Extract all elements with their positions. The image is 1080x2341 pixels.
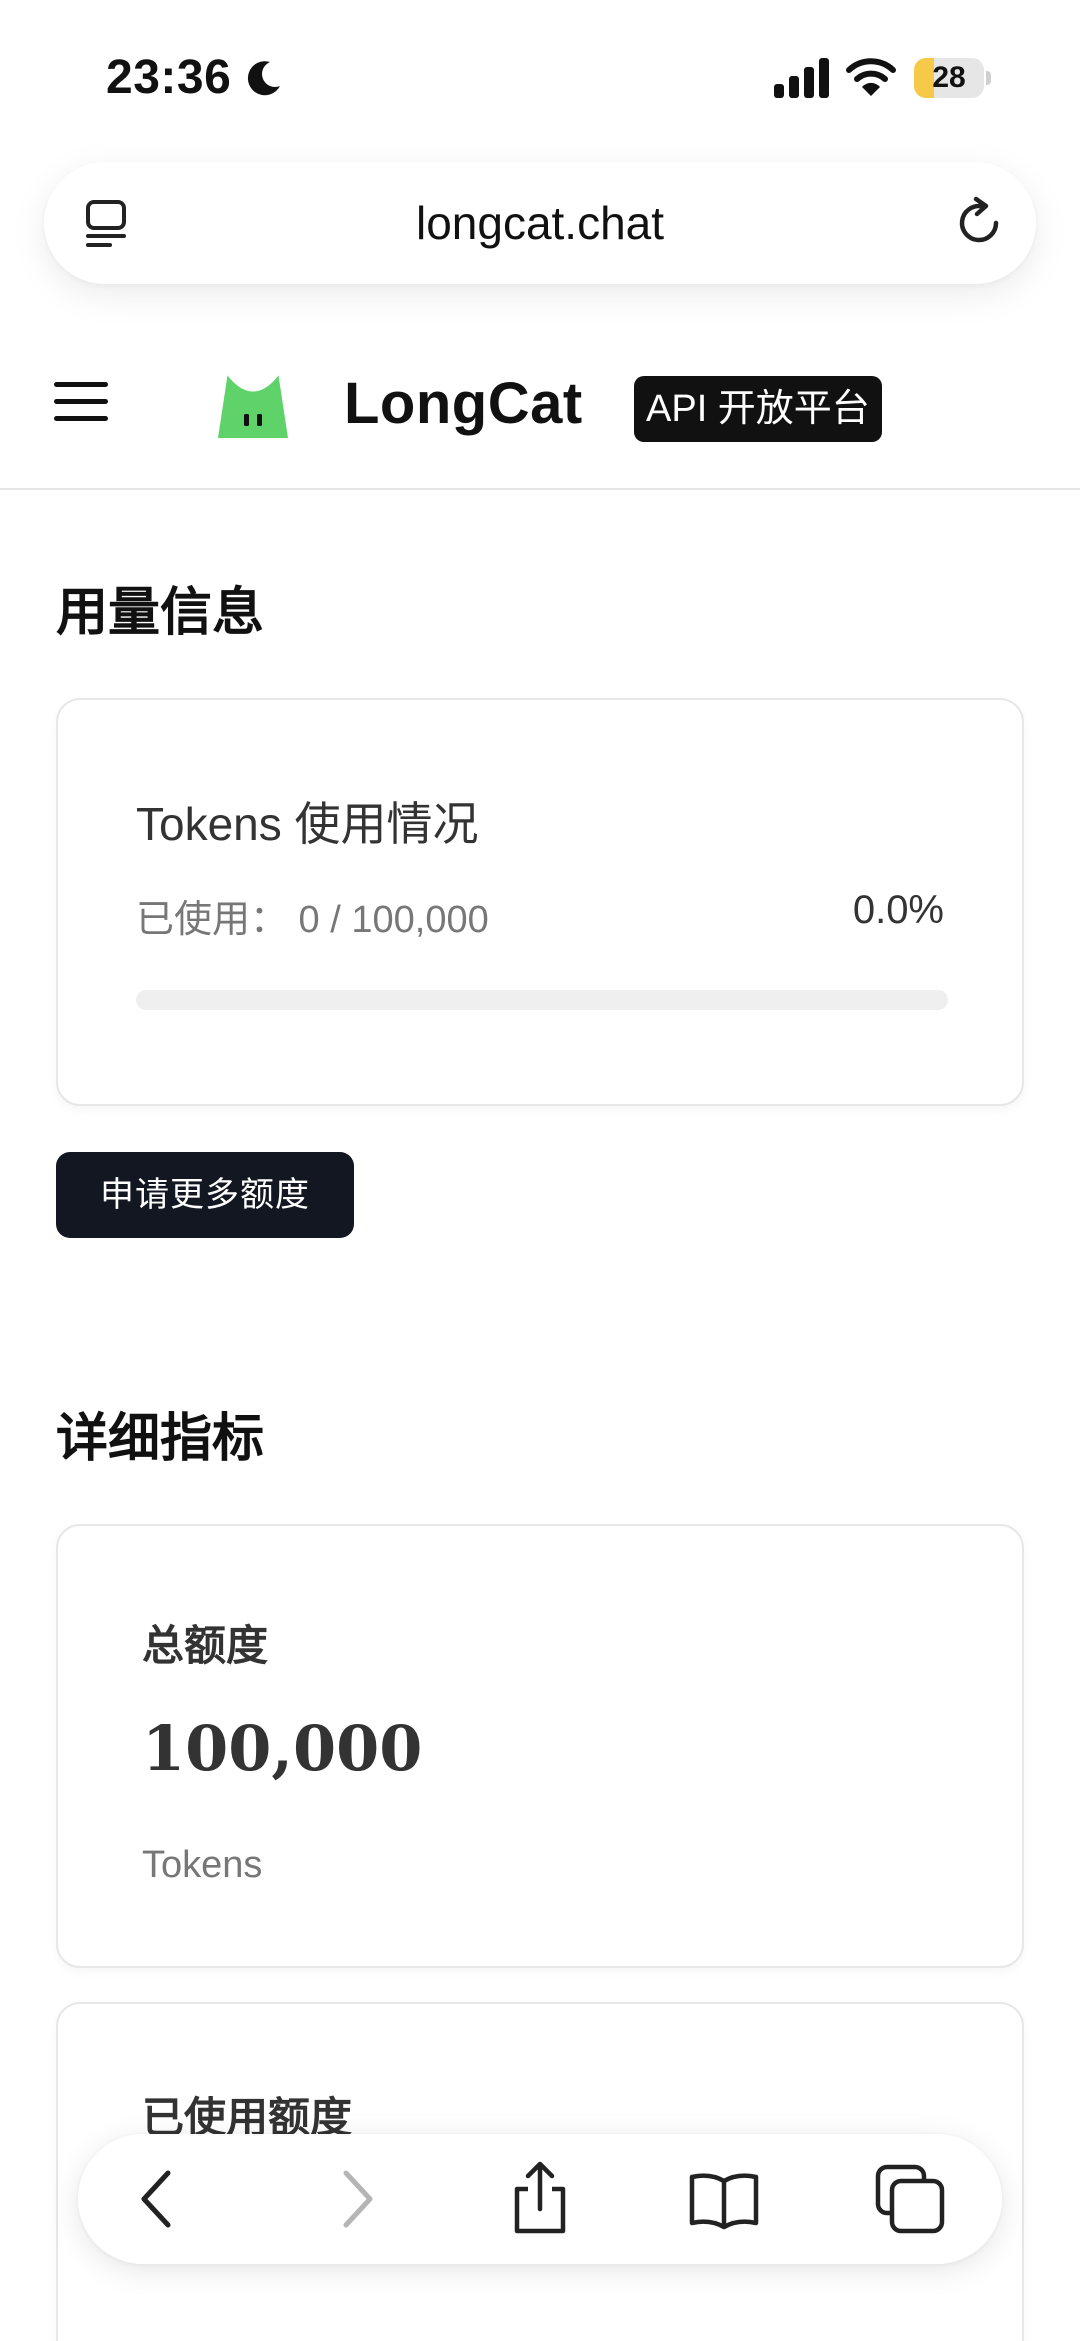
tabs-icon bbox=[875, 2164, 945, 2234]
forward-icon bbox=[343, 2170, 373, 2228]
reload-icon[interactable] bbox=[952, 196, 1006, 250]
total-quota-label: 总额度 bbox=[142, 1622, 269, 1669]
address-bar[interactable]: longcat.chat bbox=[44, 162, 1036, 284]
brand-badge: API 开放平台 bbox=[634, 376, 882, 442]
menu-icon[interactable] bbox=[54, 380, 110, 424]
browser-toolbar bbox=[78, 2134, 1002, 2264]
status-bar: 23:36 28 bbox=[0, 0, 1080, 160]
forward-button[interactable] bbox=[314, 2159, 394, 2239]
usage-used-text: 已使用： 0 / 100,000 bbox=[136, 899, 489, 941]
usage-card-title: Tokens 使用情况 bbox=[136, 798, 479, 850]
usage-percent: 0.0% bbox=[852, 888, 944, 932]
total-quota-value: 100,000 bbox=[142, 1712, 423, 1785]
battery-level-text: 28 bbox=[932, 61, 966, 94]
brand-name[interactable]: LongCat bbox=[344, 370, 583, 437]
token-usage-card: Tokens 使用情况 已使用： 0 / 100,000 0.0% bbox=[56, 698, 1024, 1106]
page: 23:36 28 longcat.chat LongCat API 开放平台 用… bbox=[0, 0, 1080, 2341]
share-button[interactable] bbox=[500, 2159, 580, 2239]
tabs-button[interactable] bbox=[870, 2159, 950, 2239]
request-more-quota-button[interactable]: 申请更多额度 bbox=[56, 1152, 354, 1238]
share-icon bbox=[514, 2161, 566, 2234]
metrics-section-title: 详细指标 bbox=[56, 1410, 265, 1468]
usage-progress-bar bbox=[136, 990, 948, 1010]
wifi-icon bbox=[846, 58, 896, 96]
bookmarks-icon bbox=[689, 2173, 759, 2230]
battery-icon: 28 bbox=[914, 58, 991, 98]
back-button[interactable] bbox=[120, 2159, 200, 2239]
longcat-logo-icon bbox=[218, 370, 288, 438]
url-text[interactable]: longcat.chat bbox=[44, 162, 1036, 284]
total-quota-card: 总额度 100,000 Tokens bbox=[56, 1524, 1024, 1968]
moon-icon bbox=[247, 61, 280, 96]
back-icon bbox=[141, 2170, 171, 2228]
status-time: 23:36 bbox=[106, 51, 232, 104]
battery-cap bbox=[986, 71, 991, 85]
app-header: LongCat API 开放平台 bbox=[0, 330, 1080, 490]
battery-body: 28 bbox=[914, 58, 984, 98]
usage-section-title: 用量信息 bbox=[56, 584, 265, 642]
signal-icon bbox=[774, 58, 829, 98]
bookmarks-button[interactable] bbox=[684, 2159, 764, 2239]
total-quota-unit: Tokens bbox=[142, 1844, 263, 1886]
